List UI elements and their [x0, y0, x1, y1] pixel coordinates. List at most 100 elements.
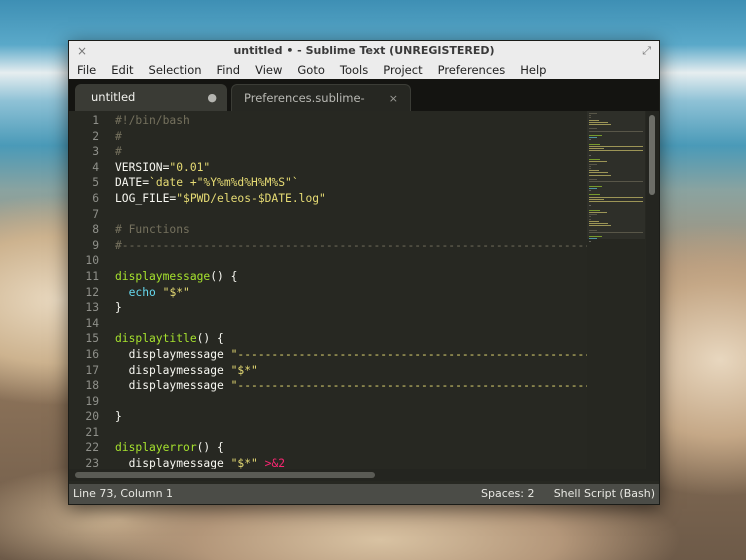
code-token: VERSION=: [115, 160, 170, 174]
code-line[interactable]: displayerror() {: [115, 440, 587, 456]
minimap-line: [589, 223, 608, 224]
code-line[interactable]: displaymessage "$*" >&2: [115, 456, 587, 469]
menu-tools[interactable]: Tools: [332, 63, 375, 77]
minimap-line: [589, 128, 597, 130]
minimap-line: [589, 119, 599, 121]
close-icon[interactable]: ×: [77, 41, 87, 61]
code-text[interactable]: #!/bin/bash # # VERSION="0.01" DATE=`date +"…: [115, 113, 587, 469]
indentation-setting[interactable]: Spaces: 2: [481, 484, 534, 504]
menu-preferences[interactable]: Preferences: [430, 63, 513, 77]
code-line[interactable]: [115, 316, 587, 332]
minimap-line: [589, 124, 611, 125]
code-token: >&2: [264, 457, 286, 469]
minimap-line: [589, 218, 591, 220]
line-number: 2: [92, 129, 99, 143]
line-number: 23: [85, 457, 99, 469]
code-token: "$PWD/eleos-$DATE.log": [176, 191, 326, 205]
code-token: () {: [210, 269, 238, 283]
horizontal-scrollbar[interactable]: [69, 469, 659, 481]
code-line[interactable]: displaymessage "$*": [115, 363, 587, 379]
line-number: 8: [92, 223, 99, 237]
menu-help[interactable]: Help: [513, 63, 554, 77]
tab-untitled[interactable]: untitled ●: [75, 84, 227, 111]
code-line[interactable]: DATE=`date +"%Y%m%d%H%M%S"`: [115, 175, 587, 191]
menu-view[interactable]: View: [248, 63, 290, 77]
editor-area[interactable]: 1 2 3 4 5 6 7 8 9 10 11 12 13 14 15 16 17 18 19 20 21 22 23 #!…: [69, 111, 659, 469]
title-bar[interactable]: × untitled • - Sublime Text (UNREGISTERE…: [69, 41, 659, 61]
horizontal-scroll-thumb[interactable]: [75, 472, 375, 478]
code-line[interactable]: displaytitle() {: [115, 331, 587, 347]
maximize-icon[interactable]: ⤢: [642, 41, 651, 61]
code-token: #---------------------------------------…: [115, 238, 587, 252]
line-number: 6: [92, 191, 99, 205]
minimap-line: [589, 174, 611, 176]
menu-goto[interactable]: Goto: [290, 63, 333, 77]
code-token: displaytitle: [115, 332, 197, 346]
code-line[interactable]: # Functions: [115, 222, 587, 238]
tab-preferences-settings[interactable]: Preferences.sublime-settings ×: [231, 84, 411, 132]
code-line[interactable]: [115, 425, 587, 441]
line-number: 4: [92, 160, 99, 174]
line-number: 22: [85, 441, 99, 455]
code-token: displaymessage: [115, 363, 231, 377]
minimap-line: [589, 225, 611, 227]
code-line[interactable]: #!/bin/bash: [115, 113, 587, 129]
code-token: }: [115, 301, 122, 315]
line-number: 3: [92, 145, 99, 159]
minimap-line: [589, 201, 643, 202]
code-line[interactable]: VERSION="0.01": [115, 160, 587, 176]
code-line[interactable]: #: [115, 129, 587, 145]
code-line[interactable]: #---------------------------------------…: [115, 238, 587, 254]
menu-find[interactable]: Find: [209, 63, 248, 77]
line-number-gutter: 1 2 3 4 5 6 7 8 9 10 11 12 13 14 15 16 17 18 19 20 21 22 23: [69, 113, 99, 469]
minimap-line: [589, 139, 591, 141]
code-token: displayerror: [115, 441, 197, 455]
unsaved-dot-icon[interactable]: ●: [207, 84, 217, 111]
menu-selection[interactable]: Selection: [141, 63, 209, 77]
minimap-line: [589, 181, 643, 183]
vertical-scroll-thumb[interactable]: [649, 115, 655, 195]
minimap-line: [589, 115, 591, 117]
code-line[interactable]: [115, 253, 587, 269]
code-line[interactable]: }: [115, 409, 587, 425]
code-token: displaymessage: [115, 269, 211, 283]
menu-project[interactable]: Project: [376, 63, 430, 77]
syntax-selector[interactable]: Shell Script (Bash): [554, 484, 655, 504]
minimap-line: [589, 130, 643, 132]
code-line[interactable]: [115, 207, 587, 223]
minimap-line: [589, 165, 591, 167]
minimap-line: [589, 229, 597, 231]
code-line[interactable]: [115, 394, 587, 410]
code-token: #!/bin/bash: [115, 114, 190, 127]
minimap[interactable]: [587, 111, 645, 469]
menu-bar: File Edit Selection Find View Goto Tools…: [69, 61, 659, 79]
code-token: }: [115, 410, 122, 424]
code-line[interactable]: displaymessage() {: [115, 269, 587, 285]
menu-file[interactable]: File: [69, 63, 104, 77]
minimap-line: [589, 159, 601, 161]
code-token: LOG_FILE=: [115, 191, 177, 205]
vertical-scrollbar[interactable]: [646, 111, 659, 469]
code-token: "---------------------------------------…: [230, 347, 587, 361]
line-number: 9: [92, 238, 99, 252]
minimap-line: [589, 220, 599, 222]
minimap-line: [589, 137, 597, 139]
line-number: 10: [85, 254, 99, 268]
tab-close-icon[interactable]: ×: [389, 85, 398, 112]
code-line[interactable]: #: [115, 144, 587, 160]
menu-edit[interactable]: Edit: [104, 63, 141, 77]
code-line[interactable]: }: [115, 300, 587, 316]
minimap-line: [589, 238, 597, 240]
minimap-line: [589, 161, 607, 163]
code-line[interactable]: echo "$*": [115, 285, 587, 301]
minimap-line: [589, 236, 602, 238]
code-line[interactable]: LOG_FILE="$PWD/eleos-$DATE.log": [115, 191, 587, 207]
code-token: #: [115, 129, 122, 143]
minimap-line: [589, 135, 602, 136]
code-line[interactable]: displaymessage "------------------------…: [115, 378, 587, 394]
line-number: 7: [92, 207, 99, 221]
code-token: # Functions: [115, 223, 190, 237]
code-token: #: [115, 145, 122, 159]
code-line[interactable]: displaymessage "------------------------…: [115, 347, 587, 363]
